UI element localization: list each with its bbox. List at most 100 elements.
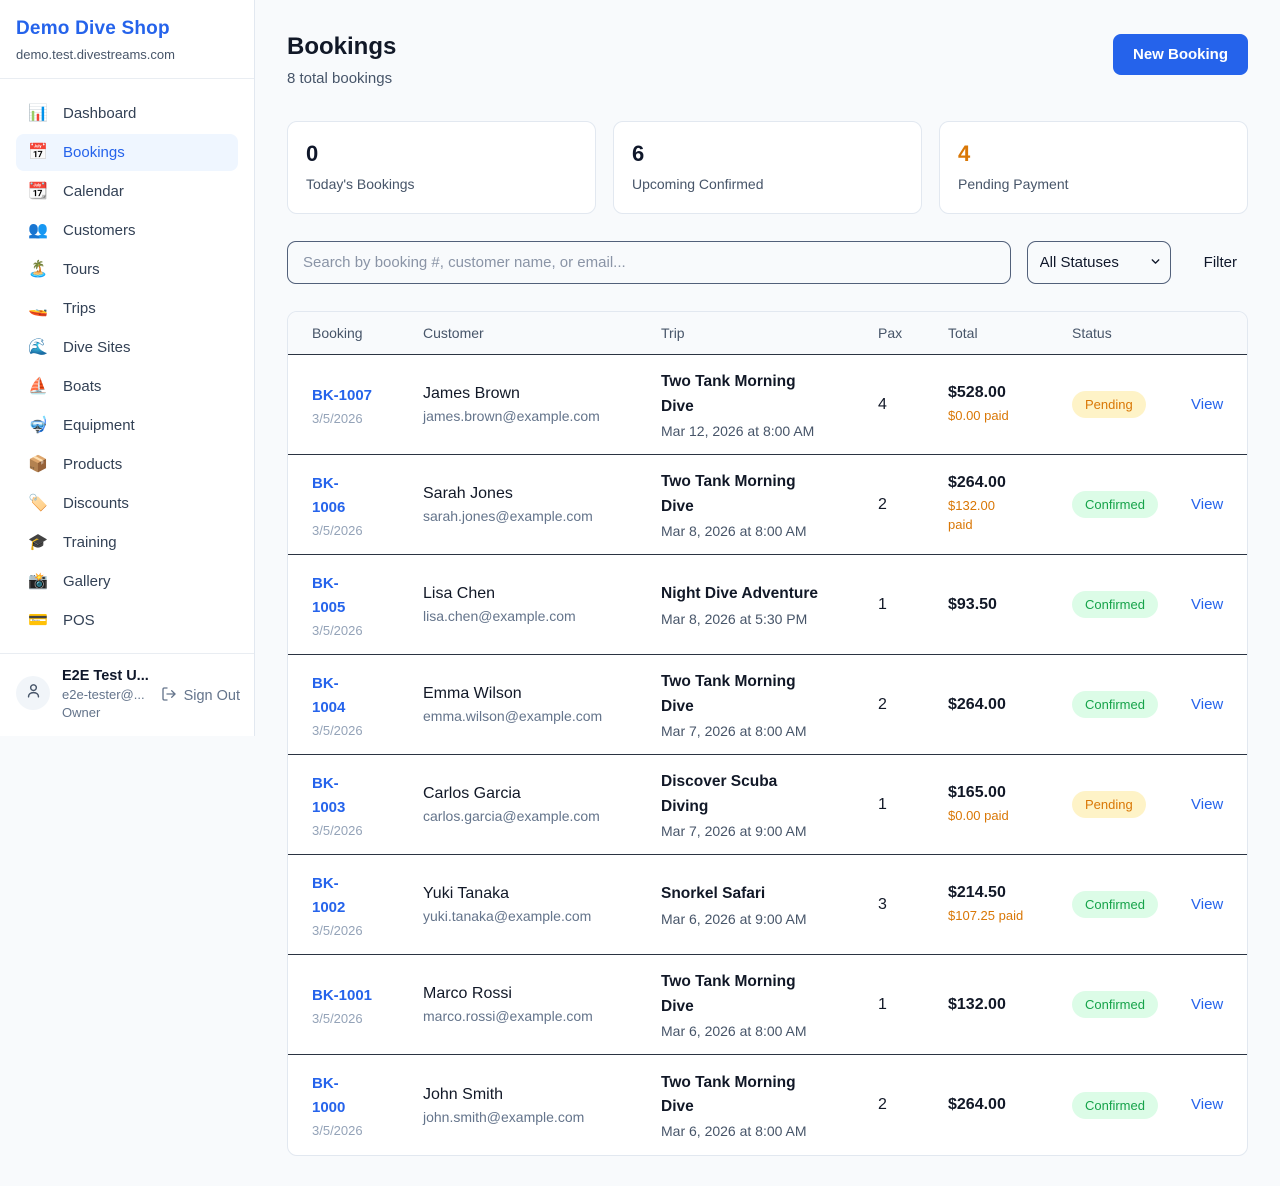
trips-icon: 🚤 [28, 301, 48, 317]
table-row: BK- 1005 3/5/2026 Lisa Chen lisa.chen@ex… [288, 555, 1247, 655]
user-email: e2e-tester@... [62, 687, 149, 702]
view-link[interactable]: View [1191, 396, 1223, 413]
sidebar-item-label: Training [63, 534, 117, 551]
page-header: Bookings 8 total bookings New Booking [287, 33, 1248, 87]
booking-date: 3/5/2026 [312, 411, 411, 426]
new-booking-button[interactable]: New Booking [1113, 34, 1248, 75]
view-link[interactable]: View [1191, 496, 1223, 513]
booking-id-link[interactable]: BK- 1004 [312, 672, 411, 720]
pax-count: 1 [878, 796, 948, 814]
total-amount: $165.00 [948, 784, 1060, 802]
sidebar-item-trips[interactable]: 🚤 Trips [16, 290, 238, 327]
table-row: BK- 1002 3/5/2026 Yuki Tanaka yuki.tanak… [288, 855, 1247, 955]
sidebar-item-calendar[interactable]: 📆 Calendar [16, 173, 238, 210]
view-link[interactable]: View [1191, 1096, 1223, 1113]
column-header-pax: Pax [878, 325, 948, 341]
avatar [16, 676, 50, 710]
sidebar-item-equipment[interactable]: 🤿 Equipment [16, 407, 238, 444]
sidebar-item-label: Dashboard [63, 105, 136, 122]
tours-icon: 🏝️ [28, 262, 48, 278]
booking-id-link[interactable]: BK- 1006 [312, 472, 411, 520]
sidebar-item-bookings[interactable]: 📅 Bookings [16, 134, 238, 171]
stats-row: 0 Today's Bookings 6 Upcoming Confirmed … [287, 121, 1248, 214]
sidebar-item-boats[interactable]: ⛵ Boats [16, 368, 238, 405]
customer-name: Emma Wilson [423, 685, 649, 703]
booking-id-link[interactable]: BK-1007 [312, 384, 411, 408]
sidebar-item-dive-sites[interactable]: 🌊 Dive Sites [16, 329, 238, 366]
booking-date: 3/5/2026 [312, 823, 411, 838]
booking-date: 3/5/2026 [312, 723, 411, 738]
sidebar-item-dashboard[interactable]: 📊 Dashboard [16, 95, 238, 132]
page-title: Bookings [287, 33, 396, 61]
sidebar-item-label: POS [63, 612, 95, 629]
view-link[interactable]: View [1191, 696, 1223, 713]
sidebar-item-discounts[interactable]: 🏷️ Discounts [16, 485, 238, 522]
boats-icon: ⛵ [28, 379, 48, 395]
sign-out-button[interactable]: Sign Out [161, 686, 240, 706]
trip-name: Two Tank Morning Dive [661, 1071, 866, 1119]
pax-count: 3 [878, 896, 948, 914]
booking-date: 3/5/2026 [312, 1123, 411, 1138]
trip-datetime: Mar 7, 2026 at 9:00 AM [661, 823, 866, 839]
trip-datetime: Mar 6, 2026 at 8:00 AM [661, 1123, 866, 1139]
status-badge: Confirmed [1072, 491, 1158, 518]
booking-id-link[interactable]: BK- 1000 [312, 1072, 411, 1120]
app-root: Demo Dive Shop demo.test.divestreams.com… [0, 0, 1280, 1186]
customer-name: James Brown [423, 385, 649, 403]
view-link[interactable]: View [1191, 896, 1223, 913]
dive-sites-icon: 🌊 [28, 340, 48, 356]
stat-label: Upcoming Confirmed [632, 176, 903, 192]
sidebar-item-gallery[interactable]: 📸 Gallery [16, 563, 238, 600]
table-row: BK- 1004 3/5/2026 Emma Wilson emma.wilso… [288, 655, 1247, 755]
sidebar-item-label: Customers [63, 222, 136, 239]
booking-id-link[interactable]: BK- 1002 [312, 872, 411, 920]
column-header-total: Total [948, 325, 1072, 341]
user-meta: E2E Test U... e2e-tester@... Owner [62, 668, 149, 720]
sidebar-item-pos[interactable]: 💳 POS [16, 602, 238, 639]
table-row: BK-1007 3/5/2026 James Brown james.brown… [288, 355, 1247, 455]
sign-out-label: Sign Out [184, 688, 240, 704]
customer-email: sarah.jones@example.com [423, 508, 649, 524]
booking-date: 3/5/2026 [312, 1011, 411, 1026]
shop-name: Demo Dive Shop [16, 18, 238, 40]
sidebar-item-customers[interactable]: 👥 Customers [16, 212, 238, 249]
sidebar-item-label: Equipment [63, 417, 135, 434]
stat-value: 6 [632, 141, 903, 167]
customer-email: marco.rossi@example.com [423, 1008, 649, 1024]
view-link[interactable]: View [1191, 596, 1223, 613]
trip-datetime: Mar 8, 2026 at 5:30 PM [661, 611, 866, 627]
bookings-table: BookingCustomerTripPaxTotalStatus BK-100… [287, 311, 1248, 1156]
total-amount: $214.50 [948, 884, 1060, 902]
sidebar-header: Demo Dive Shop demo.test.divestreams.com [0, 0, 254, 79]
trip-datetime: Mar 6, 2026 at 9:00 AM [661, 911, 866, 927]
booking-id-link[interactable]: BK- 1005 [312, 572, 411, 620]
sidebar-item-tours[interactable]: 🏝️ Tours [16, 251, 238, 288]
column-header-status: Status [1072, 325, 1191, 341]
sidebar-item-products[interactable]: 📦 Products [16, 446, 238, 483]
status-badge: Confirmed [1072, 691, 1158, 718]
filter-button[interactable]: Filter [1204, 254, 1237, 271]
column-header-customer: Customer [423, 325, 661, 341]
trip-name: Snorkel Safari [661, 882, 866, 906]
trip-datetime: Mar 7, 2026 at 8:00 AM [661, 723, 866, 739]
sidebar-item-label: Discounts [63, 495, 129, 512]
pax-count: 1 [878, 596, 948, 614]
sidebar-item-label: Products [63, 456, 122, 473]
paid-amount: $0.00 paid [948, 807, 1060, 826]
status-select[interactable]: All Statuses [1027, 241, 1171, 284]
sidebar-item-training[interactable]: 🎓 Training [16, 524, 238, 561]
booking-id-link[interactable]: BK- 1003 [312, 772, 411, 820]
customer-email: lisa.chen@example.com [423, 608, 649, 624]
pax-count: 2 [878, 696, 948, 714]
total-amount: $528.00 [948, 384, 1060, 402]
search-input[interactable] [287, 241, 1011, 284]
view-link[interactable]: View [1191, 796, 1223, 813]
total-amount: $264.00 [948, 696, 1060, 714]
table-header-row: BookingCustomerTripPaxTotalStatus [288, 312, 1247, 355]
booking-id-link[interactable]: BK-1001 [312, 984, 411, 1008]
sidebar-user-section: E2E Test U... e2e-tester@... Owner Sign … [0, 653, 254, 736]
status-badge: Confirmed [1072, 991, 1158, 1018]
view-link[interactable]: View [1191, 996, 1223, 1013]
trip-name: Discover Scuba Diving [661, 770, 866, 818]
page-subtitle: 8 total bookings [287, 70, 396, 87]
